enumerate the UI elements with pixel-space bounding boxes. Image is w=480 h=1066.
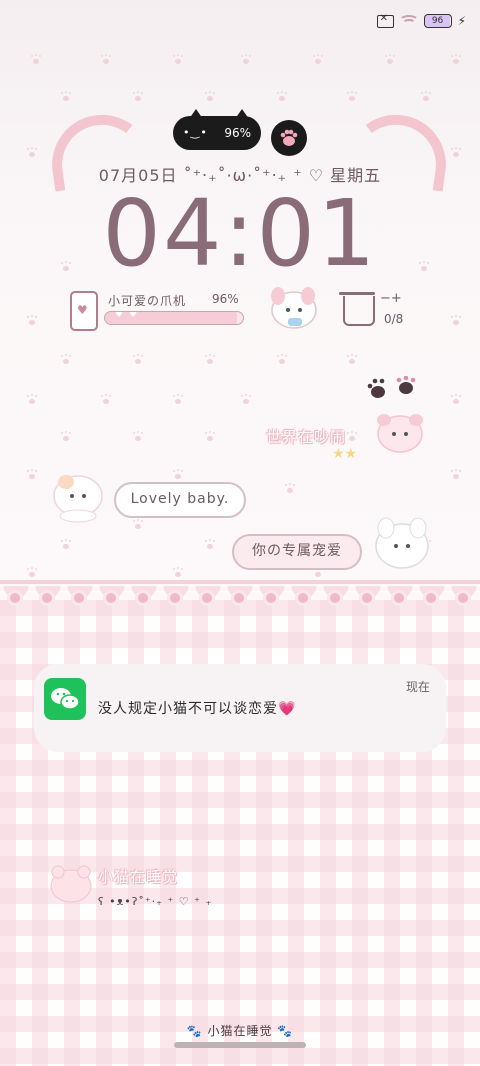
lace-border	[0, 580, 480, 584]
cup-lid	[339, 292, 375, 295]
battery-progress-bar: ♥♥	[104, 311, 244, 325]
home-indicator[interactable]	[174, 1042, 306, 1048]
clock-time: 04:01	[102, 180, 378, 287]
lovely-baby-bubble: Lovely baby.	[114, 482, 246, 518]
sleeping-cat-sticker	[50, 865, 92, 903]
status-bar: 96 ⚡	[376, 13, 466, 28]
wifi-icon	[398, 15, 419, 27]
bolt-icon: ⚡	[457, 14, 466, 28]
dynamic-island[interactable]: •‿• 96%	[173, 109, 261, 150]
bottom-sleep-label: 🐾 小猫在睡觉 🐾	[0, 1022, 480, 1039]
paw-icon: 🐾	[186, 1024, 203, 1038]
no-sim-icon	[376, 13, 394, 28]
water-count: 0/8	[384, 312, 404, 326]
bunny-sticker-right	[375, 517, 429, 569]
island-battery: 96%	[224, 126, 251, 140]
cat-sticker-left	[53, 475, 103, 523]
wechat-notification[interactable]: 现在 没人规定小猫不可以谈恋爱💗	[34, 664, 446, 752]
paw-icon: 🐾	[277, 1024, 294, 1038]
notification-message: 没人规定小猫不可以谈恋爱💗	[98, 701, 297, 717]
battery-widget-percent: 96%	[212, 292, 239, 306]
paw-icon	[280, 129, 298, 146]
battery-widget-title: 小可爱の爪机	[108, 294, 187, 308]
bunny-sticker	[271, 287, 317, 329]
paw-button[interactable]	[271, 120, 307, 156]
sleep-widget-kaomoji: ʕ •ᴥ•ʔ˚⁺‧₊ ⁺ ♡ ⁺ ₊	[98, 895, 213, 908]
bottom-label-text: 小猫在睡觉	[207, 1024, 273, 1038]
cat-sticker-right	[377, 414, 423, 453]
heart-icons: ♥♥	[115, 311, 144, 320]
water-controls[interactable]: −+	[380, 291, 402, 306]
notification-time: 现在	[405, 680, 430, 694]
phone-icon	[70, 291, 98, 331]
water-cup-icon	[343, 296, 375, 326]
exclusive-love-bubble: 你の专属宠爱	[232, 534, 362, 570]
wechat-icon	[44, 678, 86, 720]
paw-prints-decor	[367, 376, 416, 398]
world-noisy-label: 世界在吵闹	[266, 428, 347, 446]
sleep-widget-title: 小猫在睡觉	[98, 868, 179, 886]
battery-icon: 96	[423, 14, 452, 28]
star-icons: ★★	[332, 446, 358, 462]
lace-flowers	[0, 589, 480, 609]
cat-face-icon: •‿•	[183, 126, 208, 139]
